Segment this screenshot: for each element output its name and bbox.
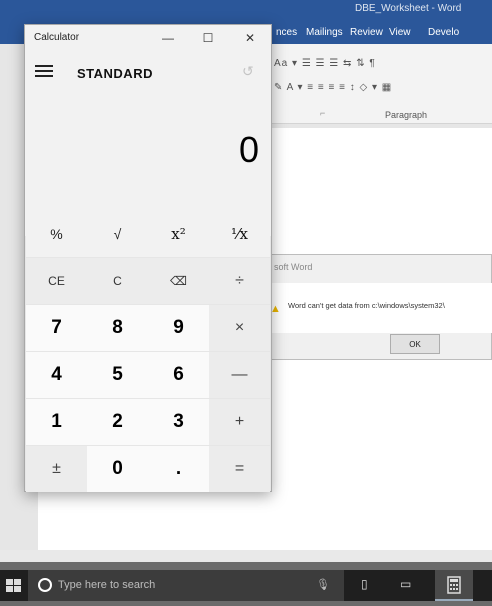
digit-1-button[interactable]: 1 xyxy=(26,399,87,445)
calculator-titlebar[interactable]: Calculator — ☐ ✕ xyxy=(25,25,271,51)
ribbon-font-row[interactable]: Aa ▾ ☰ ☰ ☰ ⇆ ⇅ ¶ xyxy=(274,58,376,69)
word-window-title: DBE_Worksheet - Word xyxy=(355,3,462,14)
calculator-header: STANDARD ↺ 0 MC MR M+ M- MS M˅ xyxy=(25,51,271,236)
list-bullets-icon[interactable]: ▾ ☰ ☰ ☰ ⇆ ⇅ ¶ xyxy=(292,58,376,69)
add-button[interactable]: + xyxy=(209,399,270,445)
digit-0-button[interactable]: 0 xyxy=(87,446,148,492)
calculator-app-icon xyxy=(447,576,461,594)
word-titlebar: DBE_Worksheet - Word xyxy=(0,0,492,22)
decimal-button[interactable]: . xyxy=(148,446,209,492)
tab-review[interactable]: Review xyxy=(350,27,383,38)
taskbar-search-box[interactable]: Type here to search 🎙 xyxy=(28,570,344,601)
align-icons[interactable]: ✎ A ▾ ≡ ≡ ≡ ≡ ↕ ◇ ▾ ▦ xyxy=(274,82,392,93)
taskbar-calculator-button[interactable] xyxy=(435,570,473,601)
tab-references[interactable]: nces xyxy=(276,27,297,38)
search-placeholder: Type here to search xyxy=(58,579,156,591)
digit-5-button[interactable]: 5 xyxy=(87,352,148,398)
clear-button[interactable]: C xyxy=(87,258,148,304)
taskbar: Type here to search 🎙 ▯ ▭ xyxy=(0,570,492,601)
digit-8-button[interactable]: 8 xyxy=(87,305,148,351)
maximize-button[interactable]: ☐ xyxy=(197,29,219,47)
tab-mailings[interactable]: Mailings xyxy=(306,27,343,38)
square-button[interactable]: x² xyxy=(148,211,209,257)
dialog-body: ▲ Word can't get data from c:\windows\sy… xyxy=(266,283,492,333)
error-dialog: soft Word ▲ Word can't get data from c:\… xyxy=(265,254,492,360)
ribbon-group-label: Paragraph xyxy=(385,110,428,120)
reciprocal-button[interactable]: ¹⁄x xyxy=(209,211,270,257)
digit-9-button[interactable]: 9 xyxy=(148,305,209,351)
calculator-window: Calculator — ☐ ✕ STANDARD ↺ 0 MC MR M+ M… xyxy=(24,24,272,492)
square-root-button[interactable]: √ xyxy=(87,211,148,257)
subtract-button[interactable]: — xyxy=(209,352,270,398)
percent-button[interactable]: % xyxy=(26,211,87,257)
calculator-keypad: % √ x² ¹⁄x CE C ⌫ ÷ 7 8 9 × 4 5 6 — 1 2 … xyxy=(25,211,271,492)
divide-button[interactable]: ÷ xyxy=(209,258,270,304)
tab-view[interactable]: View xyxy=(389,27,411,38)
ribbon-paragraph-row[interactable]: ✎ A ▾ ≡ ≡ ≡ ≡ ↕ ◇ ▾ ▦ xyxy=(274,82,392,93)
digit-6-button[interactable]: 6 xyxy=(148,352,209,398)
word-status-bar xyxy=(0,550,492,562)
backspace-icon[interactable]: ⌫ xyxy=(148,258,209,304)
tab-developer[interactable]: Develo xyxy=(428,27,459,38)
clear-entry-button[interactable]: CE xyxy=(26,258,87,304)
file-explorer-icon[interactable]: ▭ xyxy=(400,577,411,591)
windows-logo-icon xyxy=(6,579,21,592)
dialog-title: soft Word xyxy=(274,262,313,272)
digit-2-button[interactable]: 2 xyxy=(87,399,148,445)
calculator-window-title: Calculator xyxy=(34,32,80,43)
microphone-icon[interactable]: 🎙 xyxy=(316,578,330,591)
equals-button[interactable]: = xyxy=(209,446,270,492)
digit-3-button[interactable]: 3 xyxy=(148,399,209,445)
cortana-icon xyxy=(38,578,52,592)
digit-7-button[interactable]: 7 xyxy=(26,305,87,351)
task-view-icon[interactable]: ▯ xyxy=(361,577,368,591)
digit-4-button[interactable]: 4 xyxy=(26,352,87,398)
hamburger-menu-icon[interactable] xyxy=(35,65,53,79)
close-button[interactable]: ✕ xyxy=(239,29,261,47)
negate-button[interactable]: ± xyxy=(26,446,87,492)
font-size-icon[interactable]: Aa xyxy=(274,58,288,69)
mode-title: STANDARD xyxy=(77,66,153,81)
ok-button[interactable]: OK xyxy=(390,334,440,354)
dialog-message: Word can't get data from c:\windows\syst… xyxy=(288,301,445,310)
multiply-button[interactable]: × xyxy=(209,305,270,351)
history-icon[interactable]: ↺ xyxy=(242,63,254,80)
start-button[interactable] xyxy=(0,570,28,601)
dialog-launcher-icon[interactable]: ⌐ xyxy=(320,108,325,118)
minimize-button[interactable]: — xyxy=(157,29,179,47)
word-left-doc-edge xyxy=(0,44,24,559)
calculator-display: 0 xyxy=(238,129,259,170)
